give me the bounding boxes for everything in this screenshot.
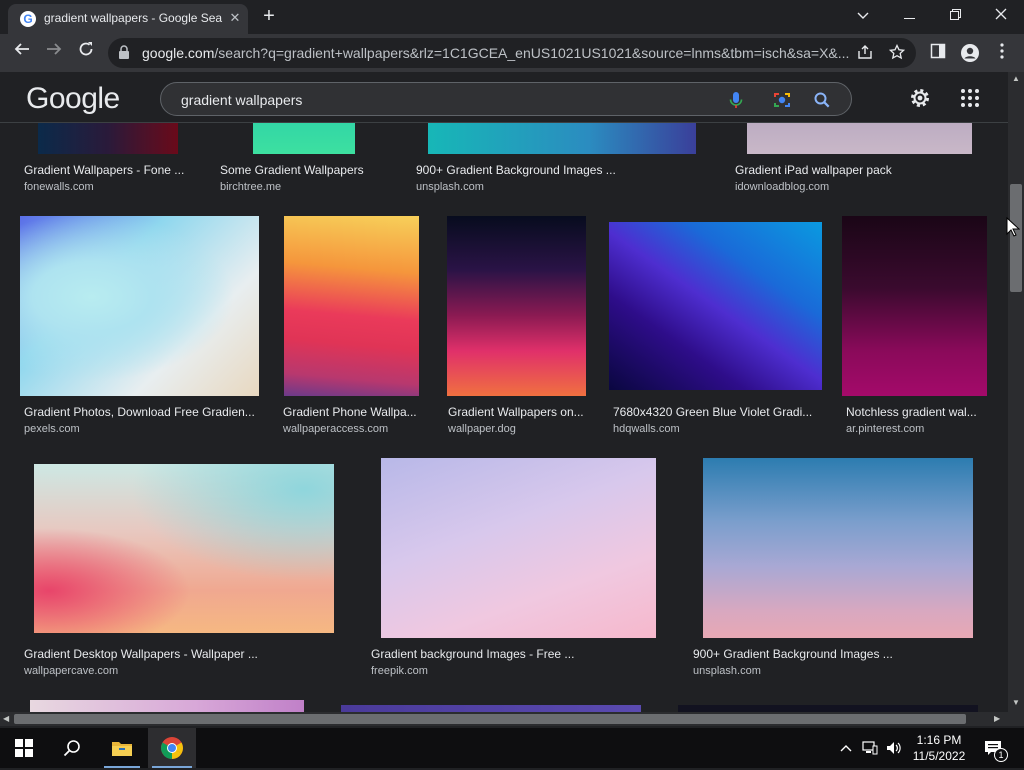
scroll-up-arrow-icon[interactable]: ▲ (1012, 74, 1020, 83)
google-images-page: Gradient Wallpapers - Fone ... fonewalls… (0, 72, 1008, 712)
result-image[interactable] (447, 216, 586, 396)
result-source[interactable]: fonewalls.com (24, 181, 94, 193)
taskbar-clock[interactable]: 1:16 PM 11/5/2022 (908, 732, 970, 764)
url-text[interactable]: google.com/search?q=gradient+wallpapers&… (142, 45, 854, 61)
google-logo[interactable]: Google (26, 82, 120, 116)
scroll-right-arrow-icon[interactable]: ▶ (994, 714, 1000, 723)
vertical-scroll-thumb[interactable] (1010, 184, 1022, 292)
tray-chevron-up-icon[interactable] (838, 728, 854, 768)
profile-avatar-icon[interactable] (960, 43, 980, 63)
tab-title: gradient wallpapers - Google Sea (44, 11, 223, 25)
result-source[interactable]: pexels.com (24, 423, 80, 435)
horizontal-scroll-thumb[interactable] (14, 714, 966, 724)
result-source[interactable]: wallpapercave.com (24, 665, 118, 677)
result-image[interactable] (284, 216, 419, 396)
clock-time: 1:16 PM (916, 733, 962, 747)
new-tab-button[interactable]: + (258, 6, 280, 28)
scroll-down-arrow-icon[interactable]: ▼ (1012, 698, 1020, 707)
result-image[interactable] (34, 464, 334, 633)
back-button[interactable] (10, 41, 34, 65)
network-icon[interactable] (860, 728, 880, 768)
google-apps-grid-icon[interactable] (960, 88, 980, 108)
result-caption[interactable]: 900+ Gradient Background Images ... (693, 647, 973, 661)
vertical-scrollbar[interactable]: ▲ ▼ (1008, 72, 1024, 712)
tab-strip: G gradient wallpapers - Google Sea ✕ + (0, 0, 1024, 34)
result-caption[interactable]: Gradient Photos, Download Free Gradien..… (24, 405, 259, 419)
address-bar[interactable]: google.com/search?q=gradient+wallpapers&… (108, 38, 916, 68)
clock-date: 11/5/2022 (912, 749, 966, 763)
scroll-left-arrow-icon[interactable]: ◀ (3, 714, 9, 723)
side-panel-icon[interactable] (928, 43, 948, 63)
result-image[interactable] (703, 458, 973, 638)
google-header: Google (0, 72, 1008, 123)
result-caption[interactable]: Gradient Wallpapers - Fone ... (24, 163, 194, 177)
result-caption[interactable]: Gradient iPad wallpaper pack (735, 163, 995, 177)
result-image[interactable] (20, 216, 259, 396)
chrome-menu-icon[interactable] (992, 43, 1012, 63)
reload-button[interactable] (74, 41, 98, 65)
result-caption[interactable]: Gradient Desktop Wallpapers - Wallpaper … (24, 647, 304, 661)
browser-tab[interactable]: G gradient wallpapers - Google Sea ✕ (8, 4, 248, 34)
result-image[interactable] (609, 222, 822, 390)
result-caption[interactable]: Gradient Phone Wallpa... (283, 405, 423, 419)
result-source[interactable]: hdqwalls.com (613, 423, 680, 435)
mouse-cursor-icon (1006, 216, 1021, 237)
scrollbar-corner (1008, 712, 1024, 726)
horizontal-scrollbar[interactable]: ◀ ▶ (0, 712, 1008, 726)
result-image[interactable] (381, 458, 656, 638)
windows-start-icon[interactable] (0, 728, 48, 768)
close-window-button[interactable] (986, 4, 1016, 26)
result-image[interactable] (842, 216, 987, 396)
result-source[interactable]: wallpaperaccess.com (283, 423, 388, 435)
result-source[interactable]: freepik.com (371, 665, 428, 677)
result-caption[interactable]: Gradient Wallpapers on... (448, 405, 593, 419)
result-caption[interactable]: 900+ Gradient Background Images ... (416, 163, 706, 177)
tab-search-chevron-icon[interactable] (848, 4, 878, 26)
result-source[interactable]: unsplash.com (416, 181, 484, 193)
result-source[interactable]: unsplash.com (693, 665, 761, 677)
restore-button[interactable] (940, 4, 970, 26)
search-box[interactable] (160, 82, 852, 116)
camera-lens-icon[interactable] (771, 89, 793, 111)
result-caption[interactable]: 7680x4320 Green Blue Violet Gradi... (613, 405, 823, 419)
result-caption[interactable]: Notchless gradient wal... (846, 405, 986, 419)
bookmark-star-icon[interactable] (888, 43, 906, 62)
google-favicon-icon: G (20, 11, 36, 27)
settings-gear-icon[interactable] (908, 86, 932, 110)
search-icon[interactable] (811, 89, 833, 111)
result-source[interactable]: idownloadblog.com (735, 181, 829, 193)
taskbar-search-icon[interactable] (48, 728, 96, 768)
result-source[interactable]: ar.pinterest.com (846, 423, 924, 435)
result-source[interactable]: birchtree.me (220, 181, 281, 193)
result-caption[interactable]: Gradient background Images - Free ... (371, 647, 651, 661)
lock-icon[interactable] (118, 45, 132, 61)
file-explorer-icon[interactable] (98, 728, 146, 768)
result-image[interactable] (678, 705, 978, 712)
volume-icon[interactable] (884, 728, 904, 768)
result-image[interactable] (341, 705, 641, 712)
windows-taskbar: 1:16 PM 11/5/2022 1 (0, 728, 1024, 768)
search-input[interactable] (181, 92, 701, 108)
tab-close-icon[interactable]: ✕ (226, 9, 244, 27)
chrome-taskbar-icon[interactable] (148, 728, 196, 768)
microphone-icon[interactable] (725, 89, 747, 111)
notification-center-icon[interactable]: 1 (978, 728, 1008, 768)
forward-button[interactable] (42, 41, 66, 65)
share-icon[interactable] (856, 44, 874, 62)
result-image[interactable] (30, 700, 304, 712)
notification-count-badge: 1 (994, 748, 1008, 762)
browser-toolbar: google.com/search?q=gradient+wallpapers&… (0, 34, 1024, 72)
minimize-button[interactable] (894, 4, 924, 26)
result-caption[interactable]: Some Gradient Wallpapers (220, 163, 400, 177)
result-source[interactable]: wallpaper.dog (448, 423, 516, 435)
